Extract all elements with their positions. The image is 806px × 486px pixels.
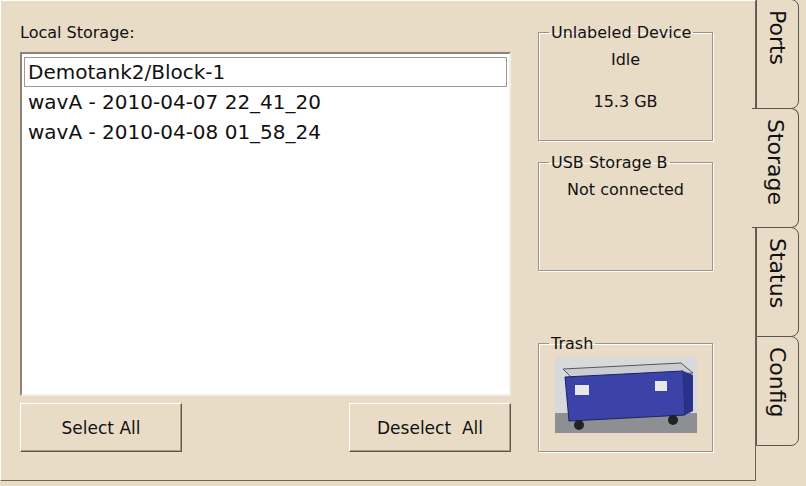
tab-bar: Ports Storage Status Config [756, 0, 806, 486]
storage-panel: Local Storage:Demotank2/Block-1wavA - 20… [0, 0, 756, 481]
list-item[interactable]: wavA - 2010-04-08 01_58_24 [24, 117, 507, 147]
device-group[interactable]: Unlabeled Device Idle 15.3 GB [538, 23, 713, 141]
list-item[interactable]: Demotank2/Block-1 [24, 57, 507, 87]
tab-label: Config [765, 347, 790, 435]
list-item[interactable]: wavA - 2010-04-07 22_41_20 [24, 87, 507, 117]
tab-label: Storage [763, 119, 788, 217]
trash-group[interactable]: Trash [538, 334, 713, 452]
device-title: Unlabeled Device [549, 23, 693, 42]
tab-label: Ports [765, 10, 790, 98]
device-title: USB Storage B [549, 153, 670, 172]
storage-screen: Local Storage:Demotank2/Block-1wavA - 20… [0, 0, 806, 486]
local-storage-label: Local Storage: [20, 23, 511, 43]
select-all-button[interactable]: Select All [20, 403, 182, 452]
trash-title: Trash [549, 334, 595, 353]
tab[interactable]: Storage [752, 108, 799, 228]
tab-label: Status [765, 238, 790, 326]
tab[interactable]: Status [756, 227, 799, 337]
trash-icon[interactable] [555, 357, 697, 433]
tab[interactable]: Config [756, 336, 799, 446]
devices-column: Unlabeled Device Idle 15.3 GB USB Storage B… [538, 23, 713, 480]
device-group[interactable]: USB Storage B Not connected [538, 153, 713, 271]
tab[interactable]: Ports [756, 0, 799, 109]
device-status: 15.3 GB [593, 92, 657, 112]
local-storage-list[interactable]: Demotank2/Block-1wavA - 2010-04-07 22_41… [20, 52, 511, 396]
device-status: Not connected [567, 180, 684, 200]
button-row: Select All Deselect All [20, 403, 511, 452]
device-status: Idle [611, 50, 640, 70]
local-storage-section: Local Storage:Demotank2/Block-1wavA - 20… [20, 23, 511, 480]
deselect-all-button[interactable]: Deselect All [349, 403, 511, 452]
